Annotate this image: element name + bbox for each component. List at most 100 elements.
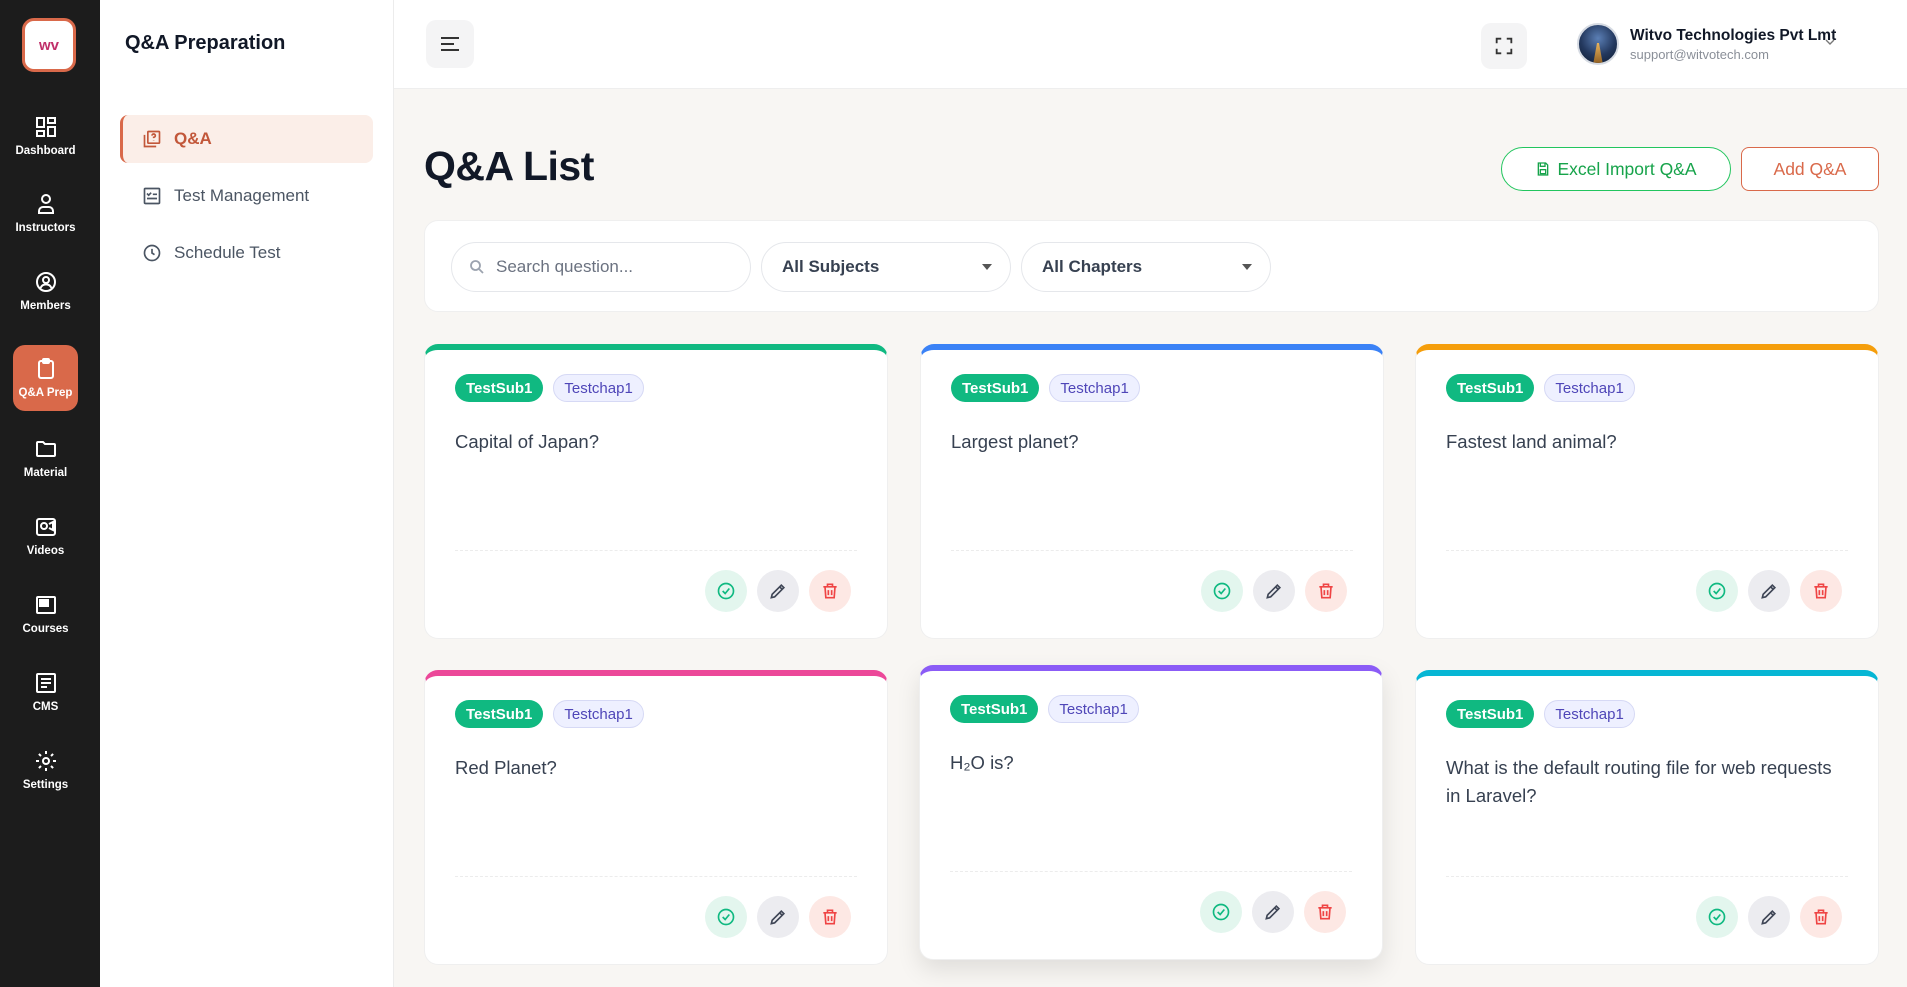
approve-button[interactable] — [705, 570, 747, 612]
card-divider — [1446, 876, 1848, 877]
check-circle-icon — [1708, 582, 1726, 600]
card-actions — [705, 570, 851, 612]
rail-label: Material — [23, 467, 68, 479]
edit-button[interactable] — [1252, 891, 1294, 933]
card-actions — [1201, 570, 1347, 612]
approve-button[interactable] — [1696, 570, 1738, 612]
clipboard-icon — [37, 358, 54, 379]
delete-button[interactable] — [1304, 891, 1346, 933]
rail-item-material[interactable]: Material — [13, 425, 78, 491]
pencil-icon — [1266, 583, 1282, 599]
qa-card: TestSub1 Testchap1 Red Planet? — [424, 670, 888, 965]
card-divider — [455, 550, 857, 551]
delete-button[interactable] — [1800, 570, 1842, 612]
secondary-sidebar: Q&A Preparation Q&A Test Management Sche… — [100, 0, 394, 987]
qa-card: TestSub1 Testchap1 Capital of Japan? — [424, 344, 888, 639]
fullscreen-button[interactable] — [1481, 23, 1527, 69]
sidebar-item-schedule-test[interactable]: Schedule Test — [120, 229, 373, 277]
excel-import-label: Excel Import Q&A — [1557, 158, 1697, 179]
menu-toggle-button[interactable] — [426, 20, 474, 68]
qa-icon — [143, 130, 161, 148]
trash-icon — [1814, 583, 1828, 599]
question-text: Largest planet? — [951, 431, 1079, 452]
sidebar-item-label: Schedule Test — [174, 243, 281, 262]
clock-icon — [143, 244, 161, 262]
edit-button[interactable] — [1748, 896, 1790, 938]
app-logo[interactable]: ᴡᴠ — [22, 18, 76, 72]
check-circle-icon — [1212, 903, 1230, 921]
card-actions — [1696, 896, 1842, 938]
approve-button[interactable] — [1201, 570, 1243, 612]
sidebar-item-test-management[interactable]: Test Management — [120, 172, 373, 220]
rail-item-cms[interactable]: CMS — [13, 659, 78, 725]
edit-button[interactable] — [1748, 570, 1790, 612]
rail-item-dashboard[interactable]: Dashboard — [13, 103, 78, 169]
caret-down-icon — [1242, 264, 1252, 270]
sidebar-title: Q&A Preparation — [125, 32, 286, 54]
card-tags: TestSub1 Testchap1 — [455, 700, 644, 728]
subject-select-value: All Subjects — [782, 257, 880, 276]
subject-select[interactable]: All Subjects — [761, 242, 1011, 292]
subject-badge: TestSub1 — [1446, 374, 1535, 402]
approve-button[interactable] — [1696, 896, 1738, 938]
chapter-select[interactable]: All Chapters — [1021, 242, 1271, 292]
gear-icon — [35, 751, 56, 771]
approve-button[interactable] — [705, 896, 747, 938]
approve-button[interactable] — [1200, 891, 1242, 933]
rail-item-videos[interactable]: Videos — [13, 503, 78, 569]
top-header: Witvo Technologies Pvt Lmt support@witvo… — [394, 0, 1907, 89]
pencil-icon — [770, 583, 786, 599]
rail-label: Courses — [22, 623, 69, 635]
card-divider — [455, 876, 857, 877]
icon-rail: ᴡᴠ Dashboard Instructors Members Q&A Pre… — [0, 0, 100, 987]
rail-item-instructors[interactable]: Instructors — [13, 180, 78, 246]
delete-button[interactable] — [809, 570, 851, 612]
cms-icon — [35, 673, 56, 693]
question-text: What is the default routing file for web… — [1446, 757, 1832, 806]
delete-button[interactable] — [1305, 570, 1347, 612]
chapter-badge: Testchap1 — [1544, 374, 1635, 402]
sidebar-item-qa[interactable]: Q&A — [120, 115, 373, 163]
chapter-badge: Testchap1 — [1544, 700, 1635, 728]
card-tags: TestSub1 Testchap1 — [950, 695, 1139, 723]
search-box[interactable] — [451, 242, 751, 292]
card-tags: TestSub1 Testchap1 — [1446, 374, 1635, 402]
edit-button[interactable] — [1253, 570, 1295, 612]
pencil-icon — [1761, 583, 1777, 599]
card-actions — [705, 896, 851, 938]
delete-button[interactable] — [809, 896, 851, 938]
check-circle-icon — [717, 582, 735, 600]
rail-item-qa-prep[interactable]: Q&A Prep — [13, 345, 78, 411]
pencil-icon — [1761, 909, 1777, 925]
subject-badge: TestSub1 — [950, 695, 1039, 723]
dashboard-icon — [35, 117, 56, 137]
avatar[interactable] — [1577, 23, 1619, 65]
subject-badge: TestSub1 — [951, 374, 1040, 402]
subject-badge: TestSub1 — [1446, 700, 1535, 728]
checklist-icon — [143, 187, 161, 205]
edit-button[interactable] — [757, 896, 799, 938]
chevron-down-icon[interactable] — [1822, 34, 1838, 50]
trash-icon — [1814, 909, 1828, 925]
card-actions — [1200, 891, 1346, 933]
check-circle-icon — [717, 908, 735, 926]
trash-icon — [823, 909, 837, 925]
rail-item-members[interactable]: Members — [13, 258, 78, 324]
instructor-icon — [37, 194, 54, 214]
rail-item-settings[interactable]: Settings — [13, 737, 78, 803]
add-qa-button[interactable]: Add Q&A — [1741, 147, 1879, 191]
rail-label: Videos — [26, 545, 65, 557]
card-actions — [1696, 570, 1842, 612]
card-divider — [1446, 550, 1848, 551]
chapter-badge: Testchap1 — [553, 700, 644, 728]
rail-item-courses[interactable]: Courses — [13, 581, 78, 647]
delete-button[interactable] — [1800, 896, 1842, 938]
chapter-badge: Testchap1 — [553, 374, 644, 402]
excel-import-button[interactable]: Excel Import Q&A — [1501, 147, 1731, 191]
rail-label: CMS — [32, 701, 59, 713]
hamburger-icon — [441, 37, 459, 51]
user-name[interactable]: Witvo Technologies Pvt Lmt — [1630, 27, 1836, 45]
search-input[interactable] — [496, 257, 736, 277]
edit-button[interactable] — [757, 570, 799, 612]
card-tags: TestSub1 Testchap1 — [455, 374, 644, 402]
